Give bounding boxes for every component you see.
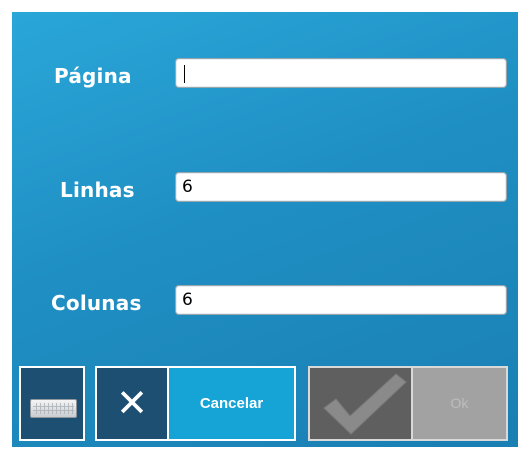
keyboard-icon bbox=[30, 399, 77, 418]
columns-input[interactable] bbox=[180, 288, 502, 312]
ok-button[interactable]: Ok bbox=[411, 366, 508, 441]
rows-label: Linhas bbox=[60, 178, 135, 202]
close-icon: ✕ bbox=[116, 381, 148, 425]
grid-settings-dialog: Página Linhas Colunas ✕ Cancelar Ok bbox=[12, 12, 518, 447]
confirm-icon-button[interactable] bbox=[308, 366, 413, 441]
rows-field-box[interactable] bbox=[175, 172, 507, 202]
rows-input[interactable] bbox=[180, 175, 502, 199]
page-input[interactable] bbox=[180, 61, 502, 85]
cancel-button[interactable]: Cancelar bbox=[167, 366, 296, 441]
keyboard-button[interactable] bbox=[19, 366, 85, 441]
ok-button-label: Ok bbox=[450, 395, 469, 411]
text-caret bbox=[184, 65, 185, 83]
cancel-button-label: Cancelar bbox=[199, 395, 264, 412]
checkmark-icon bbox=[323, 373, 407, 435]
columns-field-box[interactable] bbox=[175, 285, 507, 315]
page-label: Página bbox=[54, 64, 132, 88]
page-field-box[interactable] bbox=[175, 58, 507, 88]
columns-label: Colunas bbox=[51, 291, 142, 315]
cancel-icon-button[interactable]: ✕ bbox=[95, 366, 169, 441]
